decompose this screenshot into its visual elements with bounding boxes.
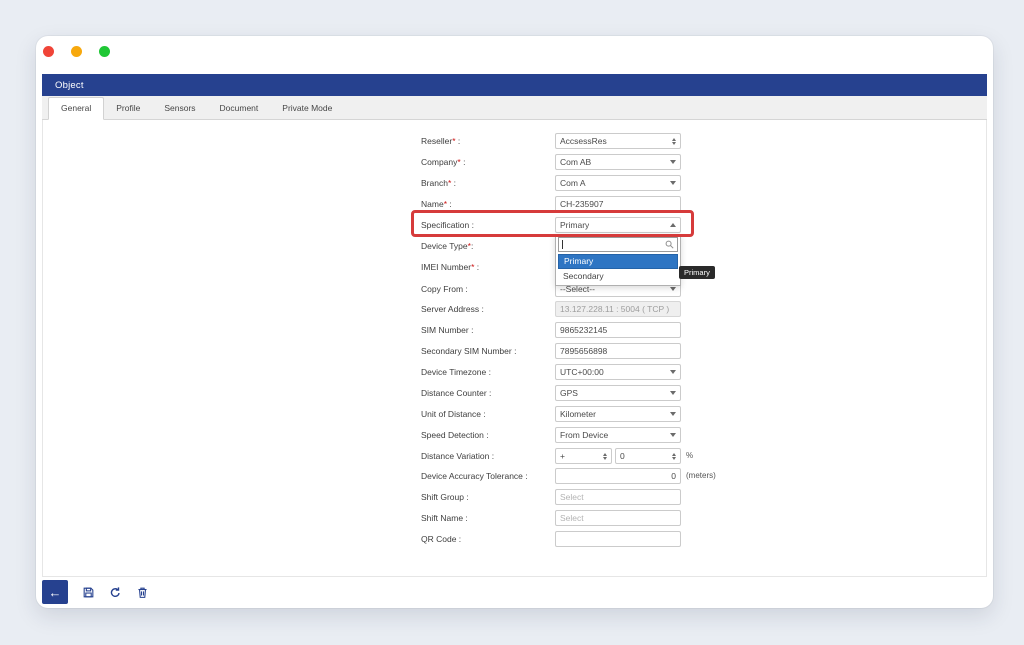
distance-counter-select[interactable]: GPS (555, 385, 681, 401)
sim-number-label: SIM Number : (421, 322, 473, 338)
updown-arrows-icon (672, 138, 676, 145)
name-input[interactable] (555, 196, 681, 212)
text-caret (562, 240, 563, 249)
branch-label: Branch* : (421, 175, 456, 191)
speed-detection-select[interactable]: From Device (555, 427, 681, 443)
updown-arrows-icon (672, 453, 676, 460)
search-icon (665, 240, 674, 249)
distance-variation-label: Distance Variation : (421, 448, 494, 464)
save-button[interactable] (81, 585, 95, 599)
title-bar: Object (42, 74, 987, 96)
company-label: Company* : (421, 154, 465, 170)
percent-suffix: % (686, 448, 693, 464)
specification-dropdown-panel: Primary Secondary (555, 234, 681, 286)
meters-suffix: (meters) (686, 468, 716, 484)
field-row-company: Company* : Com AB (36, 154, 993, 170)
close-button[interactable] (43, 46, 54, 57)
field-row-sim-number: SIM Number : (36, 322, 993, 338)
specification-select[interactable]: Primary (555, 217, 681, 233)
device-accuracy-tolerance-input[interactable] (555, 468, 681, 484)
name-label: Name* : (421, 196, 452, 212)
delete-button[interactable] (135, 585, 149, 599)
distance-counter-label: Distance Counter : (421, 385, 491, 401)
field-row-device-type: Device Type*: (36, 238, 993, 254)
reseller-select[interactable]: AccsessRes (555, 133, 681, 149)
distance-variation-value-stepper[interactable]: 0 (615, 448, 681, 464)
qr-code-input[interactable] (555, 531, 681, 547)
arrow-left-icon: ← (49, 586, 62, 599)
tab-document[interactable]: Document (208, 98, 271, 119)
field-row-specification: Specification : Primary (36, 217, 993, 233)
field-row-branch: Branch* : Com A (36, 175, 993, 191)
specification-label: Specification : (421, 217, 474, 233)
field-row-unit-of-distance: Unit of Distance : Kilometer (36, 406, 993, 422)
field-row-distance-variation: Distance Variation : + 0 % (36, 448, 993, 464)
tab-bar: General Profile Sensors Document Private… (42, 96, 987, 120)
floppy-disk-icon (82, 586, 95, 599)
chevron-down-icon (670, 391, 676, 395)
app-window: Object General Profile Sensors Document … (36, 36, 993, 608)
chevron-up-icon (670, 223, 676, 227)
server-address-input: 13.127.228.11 : 5004 ( TCP ) (555, 301, 681, 317)
tooltip: Primary (679, 266, 715, 279)
minimize-button[interactable] (71, 46, 82, 57)
field-row-shift-name: Shift Name : (36, 510, 993, 526)
distance-variation-sign-stepper[interactable]: + (555, 448, 612, 464)
field-row-server-address: Server Address : 13.127.228.11 : 5004 ( … (36, 301, 993, 317)
dropdown-option-secondary[interactable]: Secondary (558, 269, 678, 284)
field-row-reseller: Reseller* : AccsessRes (36, 133, 993, 149)
refresh-icon (109, 586, 122, 599)
tab-general[interactable]: General (48, 97, 104, 120)
shift-group-label: Shift Group : (421, 489, 469, 505)
qr-code-label: QR Code : (421, 531, 461, 547)
secondary-sim-number-label: Secondary SIM Number : (421, 343, 516, 359)
chevron-down-icon (670, 160, 676, 164)
device-accuracy-tolerance-label: Device Accuracy Tolerance : (421, 468, 528, 484)
field-row-device-timezone: Device Timezone : UTC+00:00 (36, 364, 993, 380)
shift-group-input[interactable] (555, 489, 681, 505)
tab-sensors[interactable]: Sensors (152, 98, 207, 119)
company-select[interactable]: Com AB (555, 154, 681, 170)
reset-button[interactable] (108, 585, 122, 599)
shift-name-label: Shift Name : (421, 510, 468, 526)
chevron-down-icon (670, 181, 676, 185)
chevron-down-icon (670, 370, 676, 374)
server-address-label: Server Address : (421, 301, 484, 317)
chevron-down-icon (670, 433, 676, 437)
speed-detection-label: Speed Detection : (421, 427, 489, 443)
back-button[interactable]: ← (42, 580, 68, 604)
chevron-down-icon (670, 412, 676, 416)
branch-select[interactable]: Com A (555, 175, 681, 191)
updown-arrows-icon (603, 453, 607, 460)
tab-private-mode[interactable]: Private Mode (270, 98, 344, 119)
device-timezone-select[interactable]: UTC+00:00 (555, 364, 681, 380)
copy-from-label: Copy From : (421, 281, 468, 297)
field-row-distance-counter: Distance Counter : GPS (36, 385, 993, 401)
field-row-imei-number: IMEI Number* : (36, 259, 993, 275)
field-row-secondary-sim-number: Secondary SIM Number : (36, 343, 993, 359)
unit-of-distance-select[interactable]: Kilometer (555, 406, 681, 422)
field-row-device-accuracy-tolerance: Device Accuracy Tolerance : (meters) (36, 468, 993, 484)
field-row-name: Name* : (36, 196, 993, 212)
trash-icon (136, 586, 149, 599)
field-row-copy-from: Copy From : --Select-- (36, 281, 993, 297)
unit-of-distance-label: Unit of Distance : (421, 406, 486, 422)
zoom-button[interactable] (99, 46, 110, 57)
bottom-toolbar: ← (42, 577, 987, 607)
chevron-down-icon (670, 287, 676, 291)
device-type-label: Device Type*: (421, 238, 473, 254)
page-title: Object (55, 80, 84, 91)
shift-name-input[interactable] (555, 510, 681, 526)
secondary-sim-number-input[interactable] (555, 343, 681, 359)
reseller-label: Reseller* : (421, 133, 460, 149)
device-timezone-label: Device Timezone : (421, 364, 491, 380)
field-row-shift-group: Shift Group : (36, 489, 993, 505)
imei-number-label: IMEI Number* : (421, 259, 479, 275)
field-row-qr-code: QR Code : (36, 531, 993, 547)
dropdown-search-input[interactable] (558, 237, 678, 252)
dropdown-option-primary[interactable]: Primary (558, 254, 678, 269)
sim-number-input[interactable] (555, 322, 681, 338)
field-row-speed-detection: Speed Detection : From Device (36, 427, 993, 443)
tab-profile[interactable]: Profile (104, 98, 152, 119)
